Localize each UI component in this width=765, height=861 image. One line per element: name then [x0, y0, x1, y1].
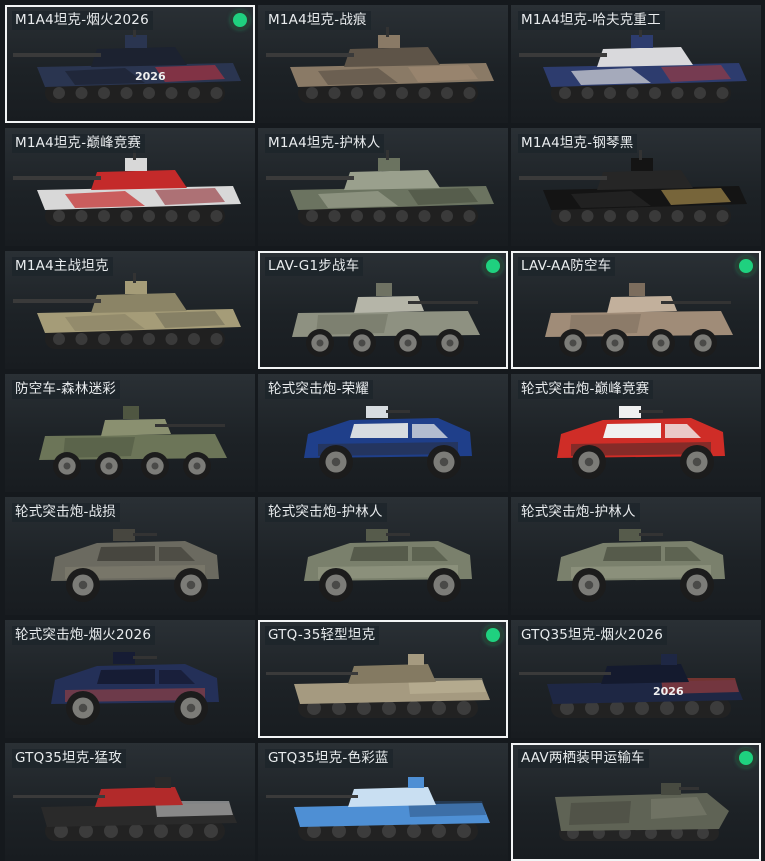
vehicle-name: M1A4坦克-钢琴黑 — [518, 134, 638, 153]
vehicle-card[interactable]: LAV-G1步战车 — [258, 251, 508, 369]
owned-indicator-icon — [739, 259, 753, 273]
vehicle-card[interactable]: AAV两栖装甲运输车 — [511, 743, 761, 861]
vehicle-card[interactable]: 2026 M1A4坦克-烟火2026 — [5, 5, 255, 123]
vehicle-name: M1A4坦克-巅峰竞赛 — [12, 134, 146, 153]
vehicle-name: 轮式突击炮-战损 — [12, 503, 120, 522]
vehicle-name: GTQ35坦克-猛攻 — [12, 749, 126, 768]
vehicle-name: LAV-AA防空车 — [518, 257, 616, 276]
vehicle-card[interactable]: M1A4坦克-巅峰竞赛 — [5, 128, 255, 246]
vehicle-card[interactable]: 轮式突击炮-荣耀 — [258, 374, 508, 492]
vehicle-card[interactable]: 轮式突击炮-巅峰竞赛 — [511, 374, 761, 492]
vehicle-name: M1A4坦克-护林人 — [265, 134, 385, 153]
vehicle-card[interactable]: GTQ35坦克-色彩蓝 — [258, 743, 508, 861]
vehicle-card[interactable]: M1A4坦克-战痕 — [258, 5, 508, 123]
vehicle-name: GTQ35坦克-色彩蓝 — [265, 749, 393, 768]
vehicle-card[interactable]: 防空车-森林迷彩 — [5, 374, 255, 492]
vehicle-card[interactable]: M1A4主战坦克 — [5, 251, 255, 369]
vehicle-name: 防空车-森林迷彩 — [12, 380, 120, 399]
vehicle-card[interactable]: LAV-AA防空车 — [511, 251, 761, 369]
vehicle-card[interactable]: 轮式突击炮-战损 — [5, 497, 255, 615]
svg-text:2026: 2026 — [135, 70, 166, 83]
vehicle-name: M1A4坦克-战痕 — [265, 11, 371, 30]
vehicle-name: 轮式突击炮-烟火2026 — [12, 626, 156, 645]
vehicle-name: M1A4坦克-哈夫克重工 — [518, 11, 665, 30]
owned-indicator-icon — [486, 628, 500, 642]
vehicle-name: M1A4主战坦克 — [12, 257, 113, 276]
vehicle-name: AAV两栖装甲运输车 — [518, 749, 649, 768]
owned-indicator-icon — [739, 751, 753, 765]
vehicle-name: LAV-G1步战车 — [265, 257, 364, 276]
vehicle-card[interactable]: GTQ-35轻型坦克 — [258, 620, 508, 738]
vehicle-name: 轮式突击炮-护林人 — [265, 503, 387, 522]
vehicle-name: 轮式突击炮-护林人 — [518, 503, 640, 522]
vehicle-card[interactable]: M1A4坦克-护林人 — [258, 128, 508, 246]
vehicle-skin-grid: 2026 M1A4坦克-烟火2026 M1A4坦克-战痕 M1A4坦克-哈夫克重工 M1… — [5, 5, 761, 861]
svg-text:2026: 2026 — [653, 685, 684, 698]
vehicle-card[interactable]: M1A4坦克-哈夫克重工 — [511, 5, 761, 123]
vehicle-name: M1A4坦克-烟火2026 — [12, 11, 153, 30]
owned-indicator-icon — [233, 13, 247, 27]
vehicle-name: 轮式突击炮-荣耀 — [265, 380, 373, 399]
vehicle-card[interactable]: 轮式突击炮-护林人 — [511, 497, 761, 615]
vehicle-name: GTQ35坦克-烟火2026 — [518, 626, 668, 645]
owned-indicator-icon — [486, 259, 500, 273]
vehicle-card[interactable]: 轮式突击炮-护林人 — [258, 497, 508, 615]
vehicle-name: 轮式突击炮-巅峰竞赛 — [518, 380, 654, 399]
vehicle-card[interactable]: GTQ35坦克-猛攻 — [5, 743, 255, 861]
vehicle-name: GTQ-35轻型坦克 — [265, 626, 380, 645]
vehicle-card[interactable]: M1A4坦克-钢琴黑 — [511, 128, 761, 246]
vehicle-card[interactable]: 轮式突击炮-烟火2026 — [5, 620, 255, 738]
vehicle-card[interactable]: 2026 GTQ35坦克-烟火2026 — [511, 620, 761, 738]
